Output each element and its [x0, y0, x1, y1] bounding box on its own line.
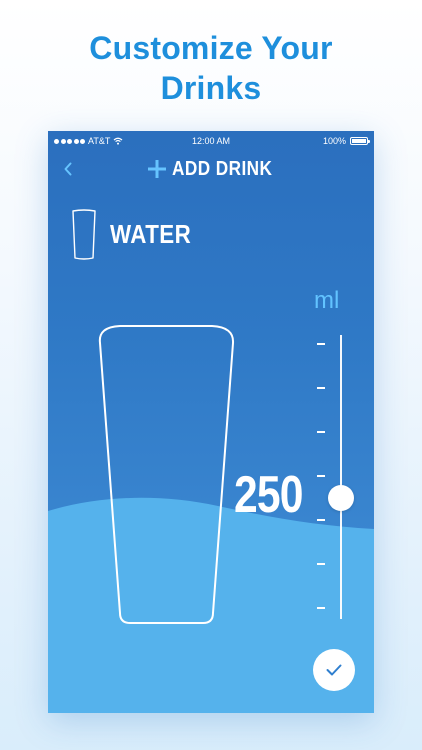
scale-tick [317, 519, 325, 521]
phone-screen: AT&T 12:00 AM 100% ADD DRINK WATER ml 25… [48, 131, 374, 713]
scale-tick [317, 431, 325, 433]
scale-tick [317, 343, 325, 345]
volume-slider-track[interactable] [340, 335, 342, 619]
scale-tick [317, 563, 325, 565]
volume-slider-handle[interactable] [328, 485, 354, 511]
confirm-button[interactable] [313, 649, 355, 691]
unit-label: ml [314, 287, 340, 314]
promo-heading: Customize Your Drinks [0, 28, 422, 108]
scale-tick [317, 475, 325, 477]
promo-title-line-2: Drinks [160, 70, 262, 106]
scale-tick [317, 387, 325, 389]
promo-title-line-1: Customize Your [89, 30, 333, 66]
checkmark-icon [326, 664, 342, 676]
amount-value: 250 [234, 466, 304, 524]
scale-tick [317, 607, 325, 609]
large-glass-illustration [98, 325, 235, 624]
